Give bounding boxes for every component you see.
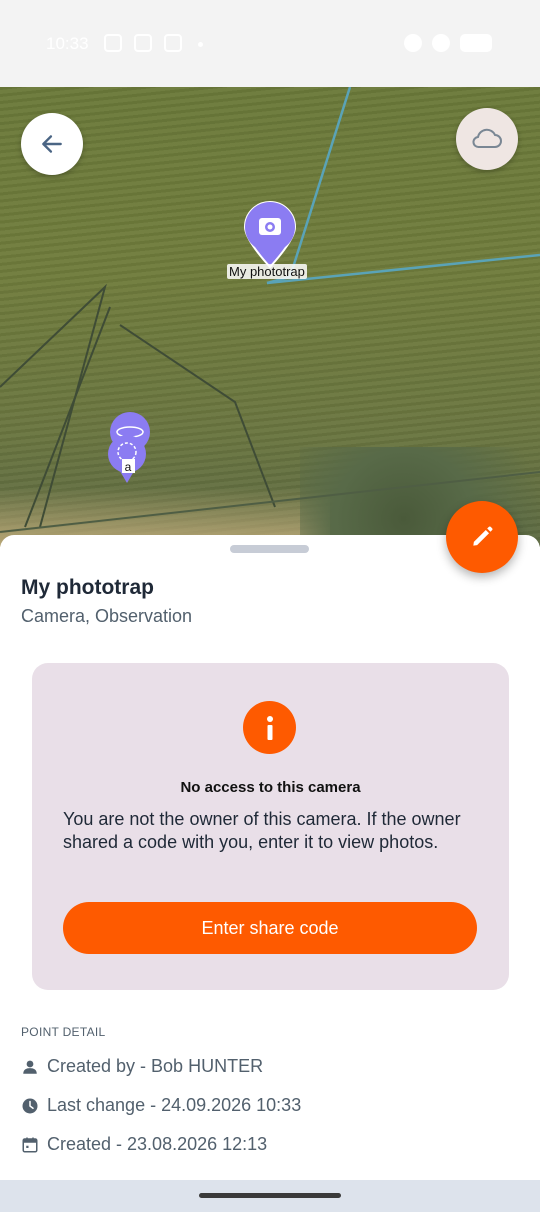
no-access-heading: No access to this camera <box>180 779 361 796</box>
field-path <box>24 306 111 528</box>
created-by-text: Created by - Bob HUNTER <box>47 1056 264 1076</box>
marker-letter: a <box>125 460 132 474</box>
alarm-icon <box>404 34 422 52</box>
created-row: Created - 23.08.2026 12:13 <box>21 1134 267 1155</box>
map-lines: a <box>0 87 540 533</box>
cloud-icon <box>472 128 502 148</box>
field-path <box>0 283 107 528</box>
created-text: Created - 23.08.2026 12:13 <box>47 1134 268 1154</box>
arrow-left-icon <box>42 135 62 153</box>
more-notifications-dot-icon <box>198 42 203 47</box>
info-icon <box>243 701 296 754</box>
clock-icon <box>22 1098 38 1113</box>
notification-icon <box>134 34 152 52</box>
person-icon <box>23 1060 37 1074</box>
notification-icon <box>104 34 122 52</box>
no-access-message: You are not the owner of this camera. If… <box>63 809 461 852</box>
status-system-icons <box>404 34 492 52</box>
back-button[interactable] <box>21 113 83 175</box>
calendar-icon <box>22 1137 38 1152</box>
cloud-sync-button[interactable] <box>456 108 518 170</box>
home-gesture-handle[interactable] <box>199 1193 341 1198</box>
sheet-drag-handle[interactable] <box>230 545 309 553</box>
boundary-line <box>266 253 540 285</box>
point-detail-section-label: POINT DETAIL <box>21 1025 106 1039</box>
point-categories: Camera, Observation <box>21 606 193 626</box>
marker-label: My phototrap <box>227 264 307 279</box>
point-title: My phototrap <box>21 576 154 599</box>
status-notification-icons <box>104 34 182 52</box>
pencil-icon <box>473 526 493 546</box>
status-bar: 10:33 <box>0 0 540 87</box>
edit-button[interactable] <box>446 501 518 573</box>
created-by-row: Created by - Bob HUNTER <box>21 1056 263 1077</box>
last-change-text: Last change - 24.09.2026 10:33 <box>47 1095 302 1115</box>
camera-marker[interactable] <box>243 201 297 269</box>
enter-share-code-button[interactable]: Enter share code <box>63 902 477 954</box>
field-path <box>119 324 276 508</box>
map-view[interactable]: a My phototrap <box>0 87 540 547</box>
notification-icon <box>164 34 182 52</box>
observation-marker[interactable]: a <box>108 435 146 483</box>
last-change-row: Last change - 24.09.2026 10:33 <box>21 1095 301 1116</box>
battery-icon <box>460 34 492 52</box>
status-time: 10:33 <box>46 34 89 53</box>
wifi-icon <box>432 34 450 52</box>
